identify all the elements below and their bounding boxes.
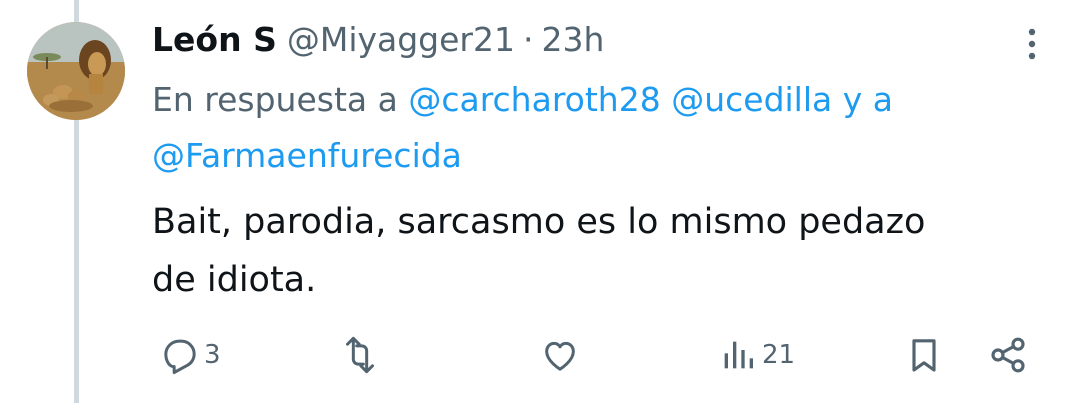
mention-ucedilla[interactable]: @ucedilla — [671, 80, 832, 119]
tweet-header: León S @Miyagger21 · 23h — [152, 18, 604, 62]
tweet-actions: 3 21 — [152, 330, 1042, 380]
more-options-button[interactable] — [1012, 22, 1052, 66]
like-icon — [545, 341, 575, 371]
reply-context: En respuesta a @carcharoth28 @ucedilla y… — [152, 72, 1052, 184]
avatar-lion-image — [27, 22, 125, 120]
tweet-timestamp[interactable]: 23h — [542, 18, 605, 62]
mention-farmaenfurecida[interactable]: @Farmaenfurecida — [152, 136, 462, 175]
views-icon — [724, 341, 753, 369]
tweet-text: Bait, parodia, sarcasmo es lo mismo peda… — [152, 193, 1052, 309]
more-vertical-icon — [1028, 28, 1036, 60]
author-display-name[interactable]: León S — [152, 18, 277, 62]
views-button[interactable]: 21 — [718, 330, 795, 380]
bookmark-button[interactable] — [904, 330, 944, 380]
author-handle[interactable]: @Miyagger21 — [287, 18, 515, 62]
reply-count: 3 — [204, 340, 221, 370]
reply-prefix: En respuesta a — [152, 80, 398, 119]
mention-carcharoth28[interactable]: @carcharoth28 — [408, 80, 660, 119]
reply-button[interactable]: 3 — [160, 330, 221, 380]
tweet-text-line-1: Bait, parodia, sarcasmo es lo mismo peda… — [152, 202, 926, 242]
retweet-icon — [346, 336, 374, 374]
reply-icon — [164, 339, 196, 374]
views-count: 21 — [762, 340, 796, 370]
tweet-text-line-2: de idiota. — [152, 260, 317, 300]
like-button[interactable] — [540, 330, 584, 380]
share-button[interactable] — [988, 330, 1028, 380]
share-icon — [991, 337, 1025, 373]
avatar[interactable] — [27, 22, 125, 120]
bookmark-icon — [912, 339, 936, 372]
retweet-button[interactable] — [340, 330, 384, 380]
reply-joiner[interactable]: y a — [843, 80, 893, 119]
separator-dot: · — [523, 20, 534, 59]
